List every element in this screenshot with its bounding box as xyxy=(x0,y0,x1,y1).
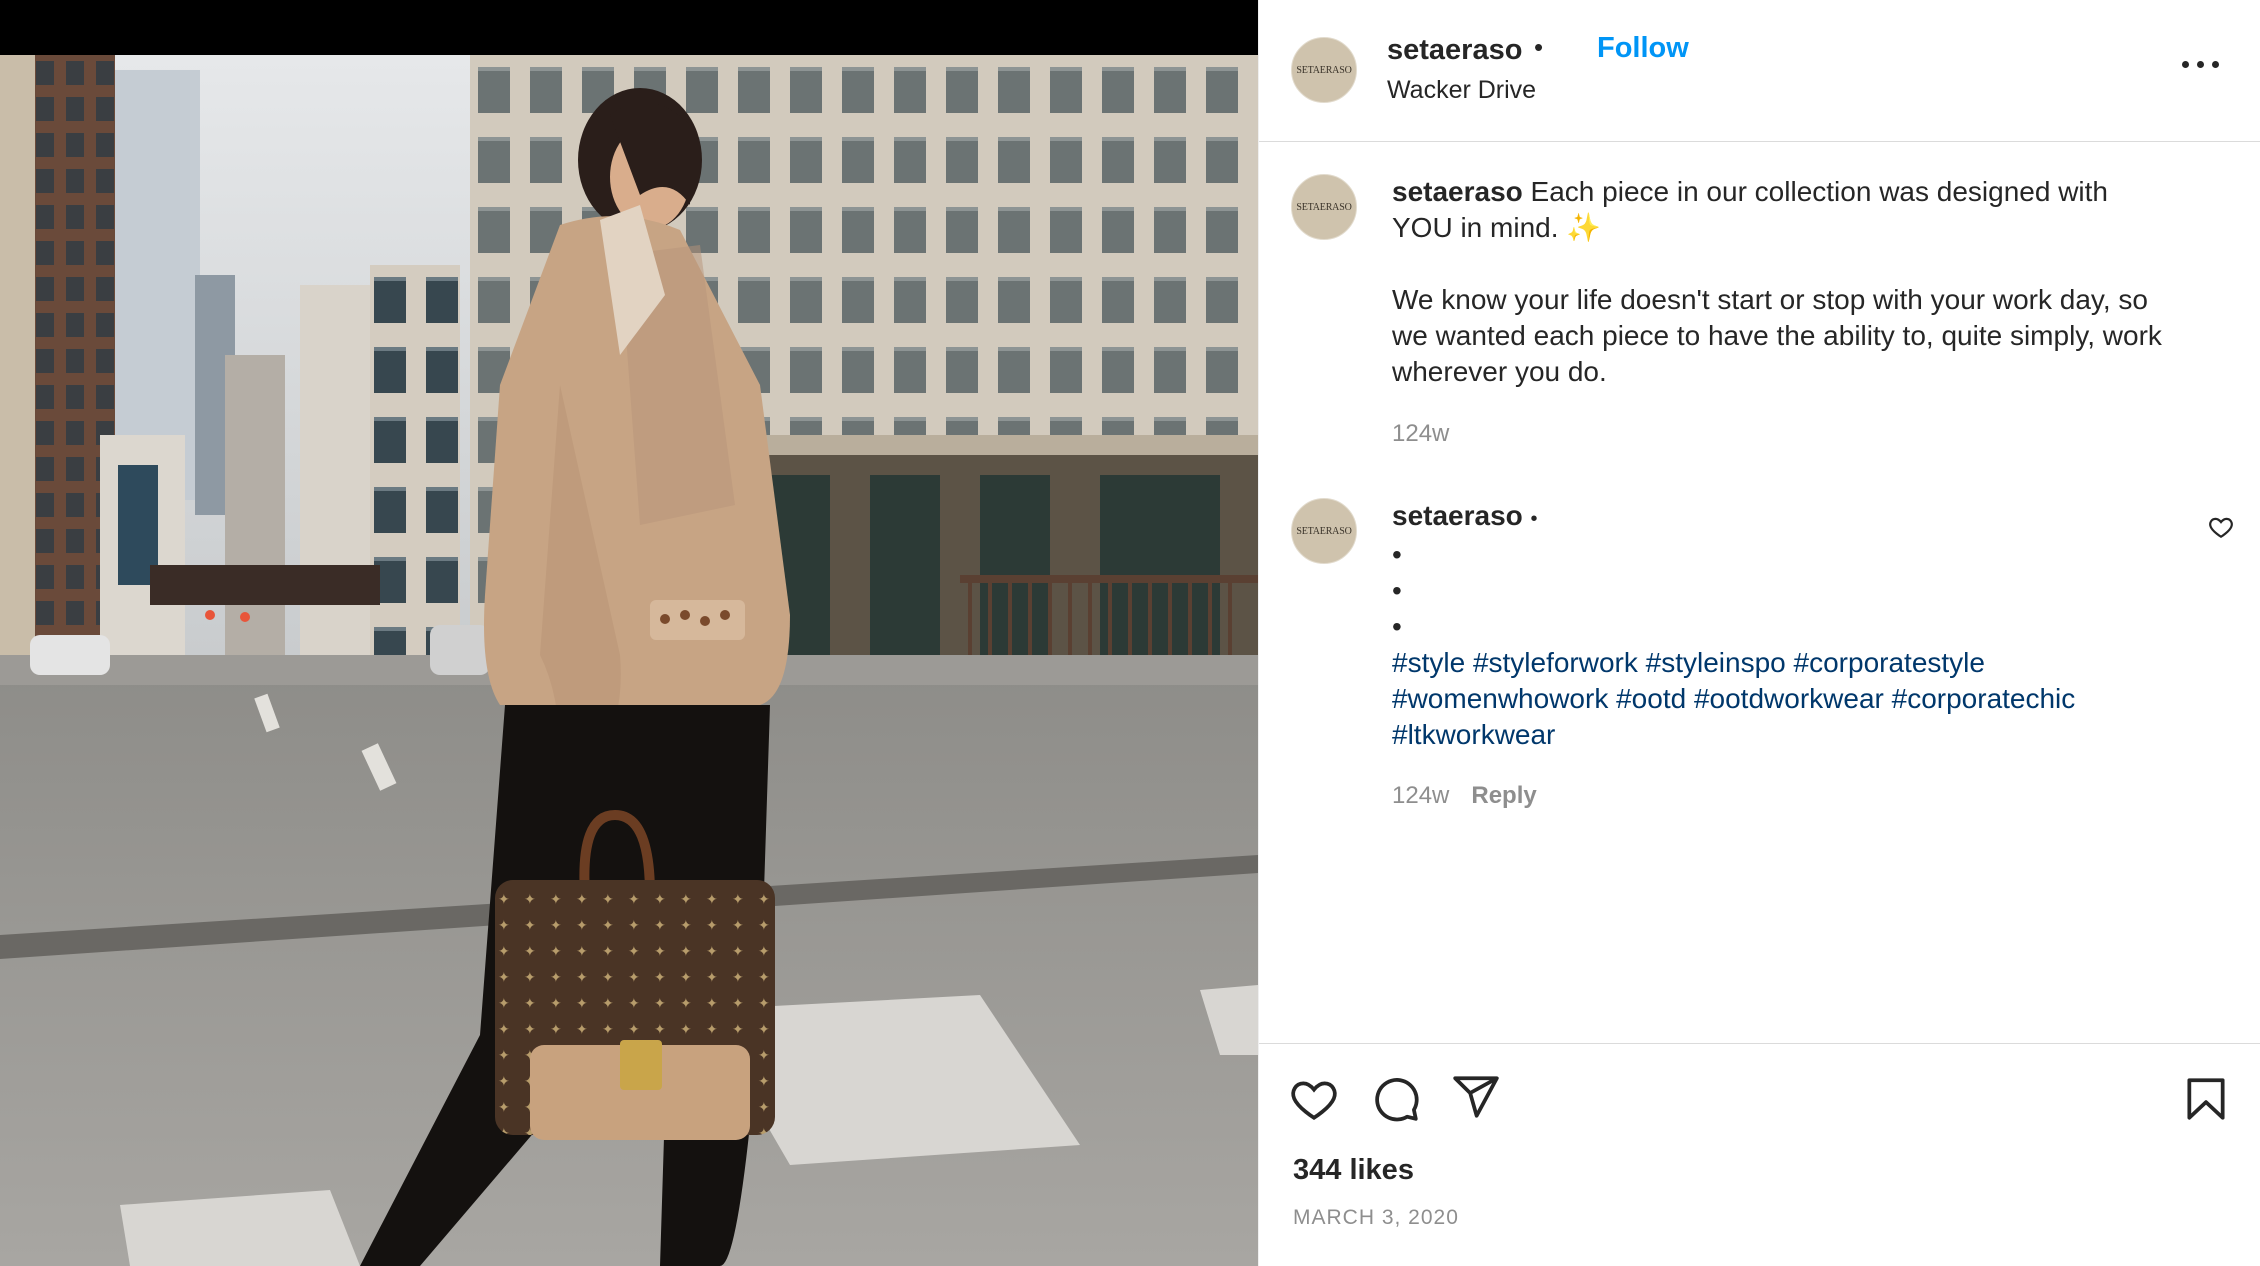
likes-count[interactable]: 344 likes xyxy=(1293,1154,1414,1187)
hashtag-link[interactable]: #corporatechic xyxy=(1892,683,2076,714)
hashtag-link[interactable]: #corporatestyle xyxy=(1794,647,1985,678)
hashtag-link[interactable]: #style xyxy=(1392,647,1465,678)
comment-separator: • xyxy=(1530,508,1538,530)
follow-button[interactable]: Follow xyxy=(1597,32,1689,65)
comment-dot: • xyxy=(1392,539,1402,570)
comment-dot: • xyxy=(1392,611,1402,642)
location-link[interactable]: Wacker Drive xyxy=(1387,76,1536,105)
reply-button[interactable]: Reply xyxy=(1471,782,1536,809)
avatar-logo-text: setaeraso xyxy=(1296,201,1352,213)
hashtag-link[interactable]: #styleforwork xyxy=(1473,647,1638,678)
heart-icon[interactable] xyxy=(1289,1074,1339,1124)
more-options-icon[interactable] xyxy=(2182,58,2220,70)
comment-meta: 124w Reply xyxy=(1392,782,1537,810)
caption-timestamp: 124w xyxy=(1392,420,1450,447)
street-photo-illustration: ✦ xyxy=(0,55,1258,1266)
post-author-username[interactable]: setaeraso xyxy=(1387,34,1522,67)
hashtag-link[interactable]: #ootd xyxy=(1616,683,1686,714)
caption-text: setaeraso Each piece in our collection w… xyxy=(1392,174,2172,390)
comment-like-heart-icon[interactable] xyxy=(2208,514,2234,540)
header-separator: • xyxy=(1534,32,1544,62)
comment-text: setaeraso • • • • #style #styleforwork #… xyxy=(1392,498,2172,753)
avatar[interactable]: setaeraso xyxy=(1291,174,1357,240)
post-photo: ✦ xyxy=(0,0,1258,1266)
caption-line-2: We know your life doesn't start or stop … xyxy=(1392,284,2162,387)
avatar[interactable]: SETAERASO xyxy=(1291,37,1357,103)
share-icon[interactable] xyxy=(1451,1072,1501,1122)
comment-dot: • xyxy=(1392,575,1402,606)
avatar[interactable]: SETAERASO xyxy=(1291,498,1357,564)
post-date: MARCH 3, 2020 xyxy=(1293,1206,1459,1229)
hashtag-link[interactable]: #ltkworkwear xyxy=(1392,719,1555,750)
comment-username[interactable]: setaeraso xyxy=(1392,500,1523,531)
hashtag-link[interactable]: #womenwhowork xyxy=(1392,683,1608,714)
hashtag-link[interactable]: #ootdworkwear xyxy=(1694,683,1884,714)
bookmark-icon[interactable] xyxy=(2181,1074,2231,1124)
instagram-post-modal: ✦ xyxy=(0,0,2260,1266)
post-detail-panel: SETAERASO setaeraso • Follow Wacker Driv… xyxy=(1258,0,2260,1266)
avatar-logo-text: SETAERASO xyxy=(1296,64,1352,76)
hashtag-list: #style #styleforwork #styleinspo #corpor… xyxy=(1392,645,2172,753)
caption-username[interactable]: setaeraso xyxy=(1392,176,1523,207)
comment-timestamp: 124w xyxy=(1392,782,1450,809)
post-header: SETAERASO setaeraso • Follow Wacker Driv… xyxy=(1259,0,2260,142)
hashtag-link[interactable]: #styleinspo xyxy=(1646,647,1786,678)
action-bar: 344 likes MARCH 3, 2020 xyxy=(1259,1043,2260,1266)
avatar-logo-text: SETAERASO xyxy=(1296,525,1352,537)
comment-icon[interactable] xyxy=(1371,1074,1421,1124)
